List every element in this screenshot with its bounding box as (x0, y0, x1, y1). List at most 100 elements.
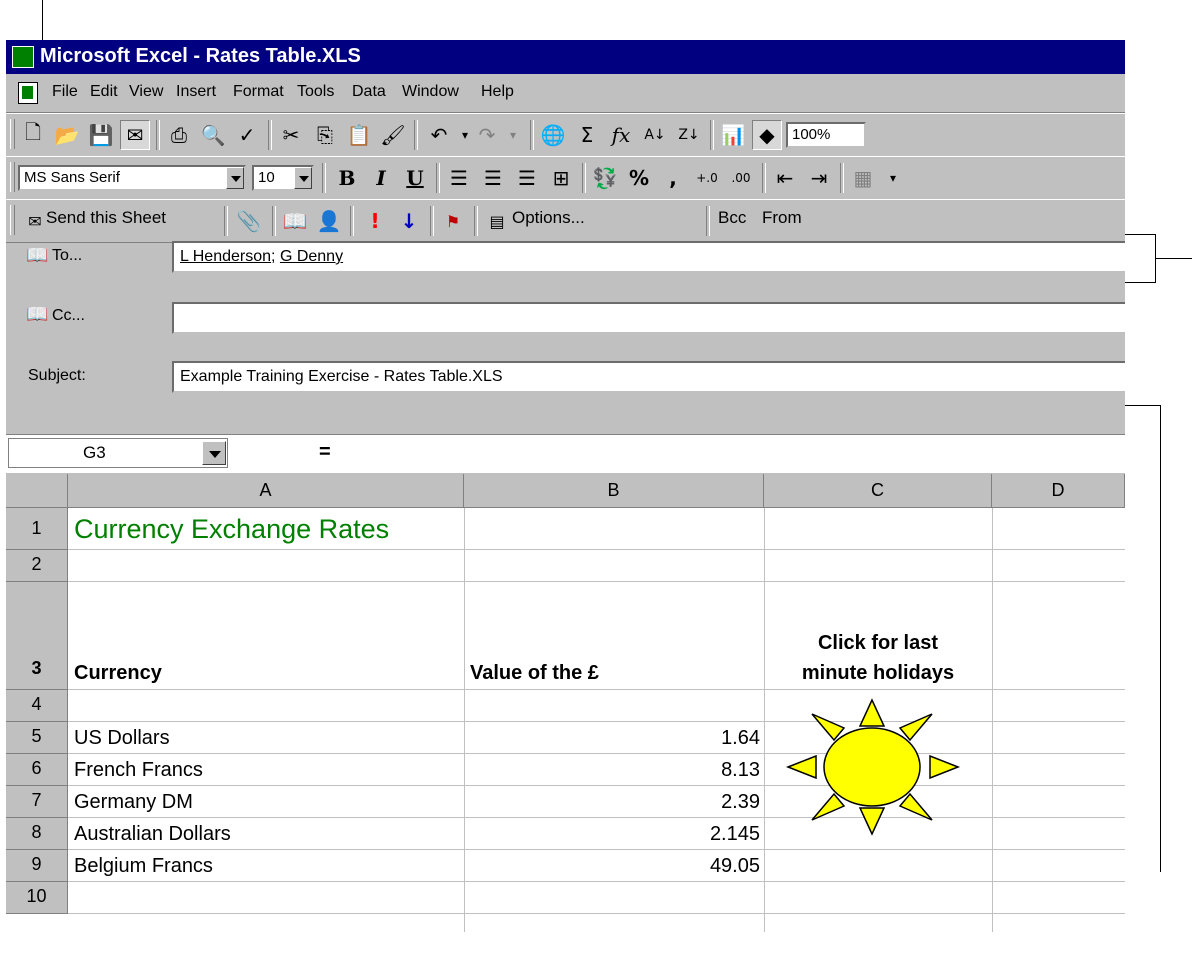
decrease-decimal-icon[interactable]: .00 (726, 163, 756, 193)
new-icon[interactable]: 🗋 (18, 120, 48, 150)
currency-cell[interactable]: US Dollars (74, 727, 170, 750)
flag-icon[interactable]: ⚑ (438, 206, 468, 236)
bcc-button[interactable]: Bcc (718, 208, 746, 228)
bold-button[interactable]: B (332, 163, 362, 193)
name-box-dropdown-icon[interactable] (202, 441, 226, 465)
column-header-b[interactable]: B (464, 474, 764, 508)
comma-style-button[interactable]: , (658, 163, 688, 193)
send-sheet-button[interactable]: Send this Sheet (46, 208, 166, 228)
menu-file[interactable]: File (52, 83, 78, 101)
to-field[interactable]: L Henderson; G Denny (172, 241, 1125, 273)
menu-data[interactable]: Data (352, 83, 386, 101)
row-header-5[interactable]: 5 (6, 722, 68, 754)
title-bar[interactable]: Microsoft Excel - Rates Table.XLS (6, 40, 1125, 74)
cc-field[interactable] (172, 302, 1125, 334)
row-header-1[interactable]: 1 (6, 508, 68, 550)
edit-formula-button[interactable]: = (319, 441, 331, 464)
value-cell[interactable]: 49.05 (468, 855, 760, 878)
options-icon[interactable]: ▤ (482, 206, 512, 236)
header-click-line-1[interactable]: Click for last (766, 632, 990, 655)
currency-cell[interactable]: Belgium Francs (74, 855, 213, 878)
row-header-4[interactable]: 4 (6, 690, 68, 722)
document-icon[interactable] (18, 82, 38, 104)
low-importance-icon[interactable]: ↓ (394, 206, 424, 236)
cc-label[interactable]: Cc... (52, 307, 85, 325)
font-size-box[interactable]: 10 (252, 165, 314, 191)
header-value-cell[interactable]: Value of the £ (470, 662, 599, 685)
sun-icon[interactable] (782, 692, 982, 842)
column-header-d[interactable]: D (992, 474, 1125, 508)
drawing-icon[interactable]: ◆ (752, 120, 782, 150)
percent-style-button[interactable]: % (624, 163, 654, 193)
borders-icon[interactable]: ▦ (848, 163, 878, 193)
align-right-icon[interactable]: ☰ (512, 163, 542, 193)
paste-function-icon[interactable]: fx (606, 120, 636, 150)
value-cell[interactable]: 8.13 (468, 759, 760, 782)
cut-icon[interactable]: ✂ (276, 120, 306, 150)
high-importance-icon[interactable]: ! (360, 206, 390, 236)
currency-cell[interactable]: Australian Dollars (74, 823, 231, 846)
format-painter-icon[interactable]: 🖌 (378, 120, 408, 150)
size-dropdown-icon[interactable] (294, 167, 312, 189)
mail-recipient-icon[interactable]: ✉ (120, 120, 150, 150)
merge-center-icon[interactable]: ⊞ (546, 163, 576, 193)
toolbar-grip[interactable] (10, 119, 15, 149)
print-icon[interactable]: ⎙ (164, 120, 194, 150)
decrease-indent-icon[interactable]: ⇤ (770, 163, 800, 193)
to-label[interactable]: To... (52, 247, 82, 265)
font-dropdown-icon[interactable] (226, 167, 244, 189)
increase-indent-icon[interactable]: ⇥ (804, 163, 834, 193)
worksheet-grid[interactable]: A B C D 1 2 3 4 5 6 7 8 9 10 Currency Ex… (6, 474, 1125, 932)
sort-descending-icon[interactable]: Z↓ (674, 120, 704, 150)
value-cell[interactable]: 2.145 (468, 823, 760, 846)
to-address-book-icon[interactable]: 📖 (26, 245, 48, 266)
sheet-title-cell[interactable]: Currency Exchange Rates (74, 514, 389, 545)
zoom-box[interactable]: 100% (786, 122, 866, 148)
redo-dropdown-icon[interactable]: ▾ (498, 120, 528, 150)
excel-app-icon[interactable] (12, 46, 34, 68)
sort-ascending-icon[interactable]: A↓ (640, 120, 670, 150)
borders-dropdown-icon[interactable]: ▾ (878, 163, 908, 193)
save-icon[interactable]: 💾 (86, 120, 116, 150)
open-icon[interactable]: 📂 (52, 120, 82, 150)
toolbar-grip[interactable] (10, 205, 15, 235)
select-all-button[interactable] (6, 474, 68, 508)
currency-style-icon[interactable]: 💱 (590, 163, 620, 193)
row-header-3[interactable]: 3 (6, 582, 68, 690)
align-center-icon[interactable]: ☰ (478, 163, 508, 193)
menu-tools[interactable]: Tools (297, 83, 334, 101)
value-cell[interactable]: 1.64 (468, 727, 760, 750)
name-box[interactable]: G3 (8, 438, 228, 468)
row-header-9[interactable]: 9 (6, 850, 68, 882)
attach-icon[interactable]: 📎 (234, 206, 264, 236)
menu-help[interactable]: Help (481, 83, 514, 101)
row-header-10[interactable]: 10 (6, 882, 68, 914)
recipient[interactable]: L Henderson (180, 248, 271, 265)
underline-button[interactable]: U (400, 163, 430, 193)
value-cell[interactable]: 2.39 (468, 791, 760, 814)
currency-cell[interactable]: Germany DM (74, 791, 193, 814)
autosum-icon[interactable]: Σ (572, 120, 602, 150)
cc-address-book-icon[interactable]: 📖 (26, 304, 48, 325)
options-button[interactable]: Options... (512, 208, 585, 228)
print-preview-icon[interactable]: 🔍 (198, 120, 228, 150)
menu-format[interactable]: Format (233, 83, 284, 101)
header-click-line-2[interactable]: minute holidays (766, 662, 990, 685)
toolbar-grip[interactable] (10, 162, 15, 192)
menu-view[interactable]: View (129, 83, 163, 101)
row-header-6[interactable]: 6 (6, 754, 68, 786)
paste-icon[interactable]: 📋 (344, 120, 374, 150)
increase-decimal-icon[interactable]: +.0 (692, 163, 722, 193)
menu-window[interactable]: Window (402, 83, 459, 101)
row-header-7[interactable]: 7 (6, 786, 68, 818)
row-header-2[interactable]: 2 (6, 550, 68, 582)
menu-edit[interactable]: Edit (90, 83, 118, 101)
web-toolbar-icon[interactable]: 🌐 (538, 120, 568, 150)
italic-button[interactable]: I (366, 163, 396, 193)
font-name-box[interactable]: MS Sans Serif (18, 165, 246, 191)
menu-insert[interactable]: Insert (176, 83, 216, 101)
column-header-c[interactable]: C (764, 474, 992, 508)
from-button[interactable]: From (762, 208, 802, 228)
header-currency-cell[interactable]: Currency (74, 662, 162, 685)
currency-cell[interactable]: French Francs (74, 759, 203, 782)
